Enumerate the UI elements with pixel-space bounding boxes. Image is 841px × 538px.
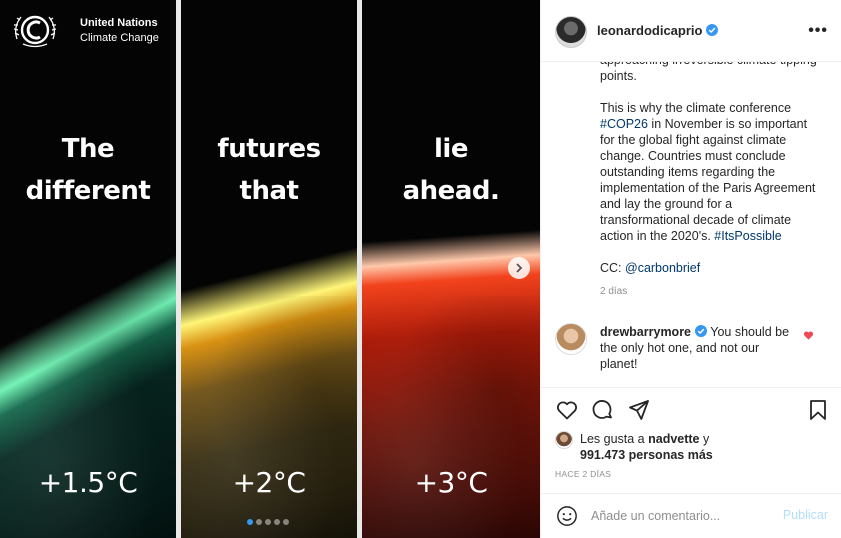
- avatar[interactable]: [555, 16, 587, 48]
- carousel-dot: [256, 519, 262, 525]
- un-climate-logo-icon: [13, 15, 57, 48]
- bookmark-icon[interactable]: [806, 398, 830, 422]
- add-comment-bar: Publicar: [541, 493, 841, 538]
- heart-icon[interactable]: [555, 398, 579, 422]
- carousel-dot: [247, 519, 253, 525]
- carousel-dot: [265, 519, 271, 525]
- comment-text: drewbarrymore You should be the only hot…: [600, 325, 790, 371]
- carousel-dot: [274, 519, 280, 525]
- logo-line-2: Climate Change: [80, 32, 159, 44]
- panel-3-word-2: ahead.: [402, 176, 500, 206]
- post-caption: approaching irreversible climate tipping…: [600, 62, 818, 300]
- post-sidebar: leonardodicaprio ••• approaching irrever…: [540, 0, 841, 538]
- panel-3-phrase: lie ahead.: [362, 128, 540, 212]
- panel-2-word-1: futures: [217, 134, 321, 164]
- liker-avatar[interactable]: [555, 431, 573, 449]
- hashtag-cop26[interactable]: #COP26: [600, 117, 648, 131]
- verified-badge-icon: [706, 24, 719, 36]
- carousel-dots: [247, 519, 289, 525]
- publish-button[interactable]: Publicar: [783, 508, 828, 522]
- carousel-dot: [283, 519, 289, 525]
- more-options-icon[interactable]: •••: [808, 22, 828, 40]
- caption-age: 2 días: [600, 286, 628, 297]
- post-header: leonardodicaprio •••: [541, 0, 841, 62]
- post-timestamp[interactable]: HACE 2 DÍAS: [555, 469, 611, 479]
- caption-paragraph: This is why the climate conference #COP2…: [600, 101, 816, 243]
- panel-1: United Nations Climate Change The differ…: [0, 0, 176, 538]
- post-media[interactable]: United Nations Climate Change The differ…: [0, 0, 540, 538]
- emoji-icon[interactable]: [556, 505, 578, 527]
- comments-list[interactable]: approaching irreversible climate tipping…: [541, 62, 841, 388]
- carousel-next-button[interactable]: [508, 257, 530, 279]
- action-bar: [541, 398, 841, 424]
- panel-1-word-1: The: [61, 134, 115, 164]
- panel-2-word-2: that: [239, 176, 299, 206]
- share-icon[interactable]: [627, 398, 651, 422]
- liker-username[interactable]: nadvette: [648, 432, 699, 446]
- commenter-avatar[interactable]: [555, 323, 587, 355]
- comment-icon[interactable]: [591, 398, 615, 422]
- verified-badge-icon: [695, 325, 708, 337]
- comment-input[interactable]: [591, 506, 766, 526]
- author-username[interactable]: leonardodicaprio: [597, 23, 719, 38]
- panel-1-temperature: +1.5°C: [38, 466, 138, 499]
- panel-1-phrase: The different: [0, 128, 176, 212]
- heart-filled-icon[interactable]: [803, 330, 814, 341]
- panel-2-temperature: +2°C: [232, 466, 306, 499]
- panel-1-word-2: different: [25, 176, 151, 206]
- hashtag-itspossible[interactable]: #ItsPossible: [714, 229, 781, 243]
- likes-count[interactable]: 991.473 personas más: [580, 448, 713, 462]
- caption-cut-text: approaching irreversible climate tipping…: [600, 62, 817, 83]
- un-logo-text: United Nations Climate Change: [80, 16, 159, 46]
- likes-text[interactable]: Les gusta a nadvette y 991.473 personas m…: [580, 431, 760, 463]
- commenter-username[interactable]: drewbarrymore: [600, 325, 691, 339]
- chevron-right-icon: [516, 263, 523, 273]
- logo-line-1: United Nations: [80, 17, 158, 29]
- panel-3-word-1: lie: [434, 134, 468, 164]
- panel-2-phrase: futures that: [181, 128, 357, 212]
- mention-carbonbrief[interactable]: @carbonbrief: [625, 261, 700, 275]
- panel-2: futures that +2°C: [181, 0, 357, 538]
- panel-3-temperature: +3°C: [414, 466, 488, 499]
- caption-credit: CC: @carbonbrief: [600, 261, 701, 275]
